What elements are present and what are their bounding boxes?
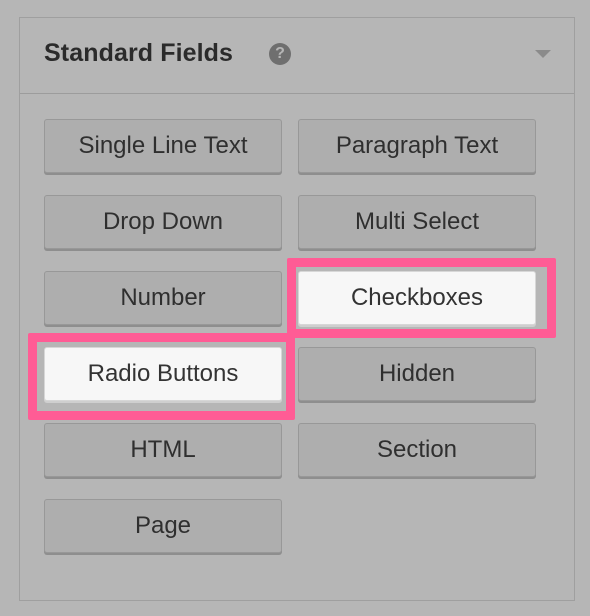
number-button[interactable]: Number xyxy=(44,271,282,325)
question-circle-icon[interactable]: ? xyxy=(269,43,291,65)
paragraph-text-button[interactable]: Paragraph Text xyxy=(298,119,536,173)
panel-header[interactable]: Standard Fields ? xyxy=(20,18,574,94)
single-line-text-button[interactable]: Single Line Text xyxy=(44,119,282,173)
panel-title: Standard Fields xyxy=(44,39,234,67)
section-button[interactable]: Section xyxy=(298,423,536,477)
page-button[interactable]: Page xyxy=(44,499,282,553)
html-button[interactable]: HTML xyxy=(44,423,282,477)
multi-select-button[interactable]: Multi Select xyxy=(298,195,536,249)
drop-down-button[interactable]: Drop Down xyxy=(44,195,282,249)
radio-buttons-button[interactable]: Radio Buttons xyxy=(44,347,282,401)
checkboxes-button[interactable]: Checkboxes xyxy=(298,271,536,325)
caret-down-icon[interactable] xyxy=(535,50,551,58)
hidden-button[interactable]: Hidden xyxy=(298,347,536,401)
